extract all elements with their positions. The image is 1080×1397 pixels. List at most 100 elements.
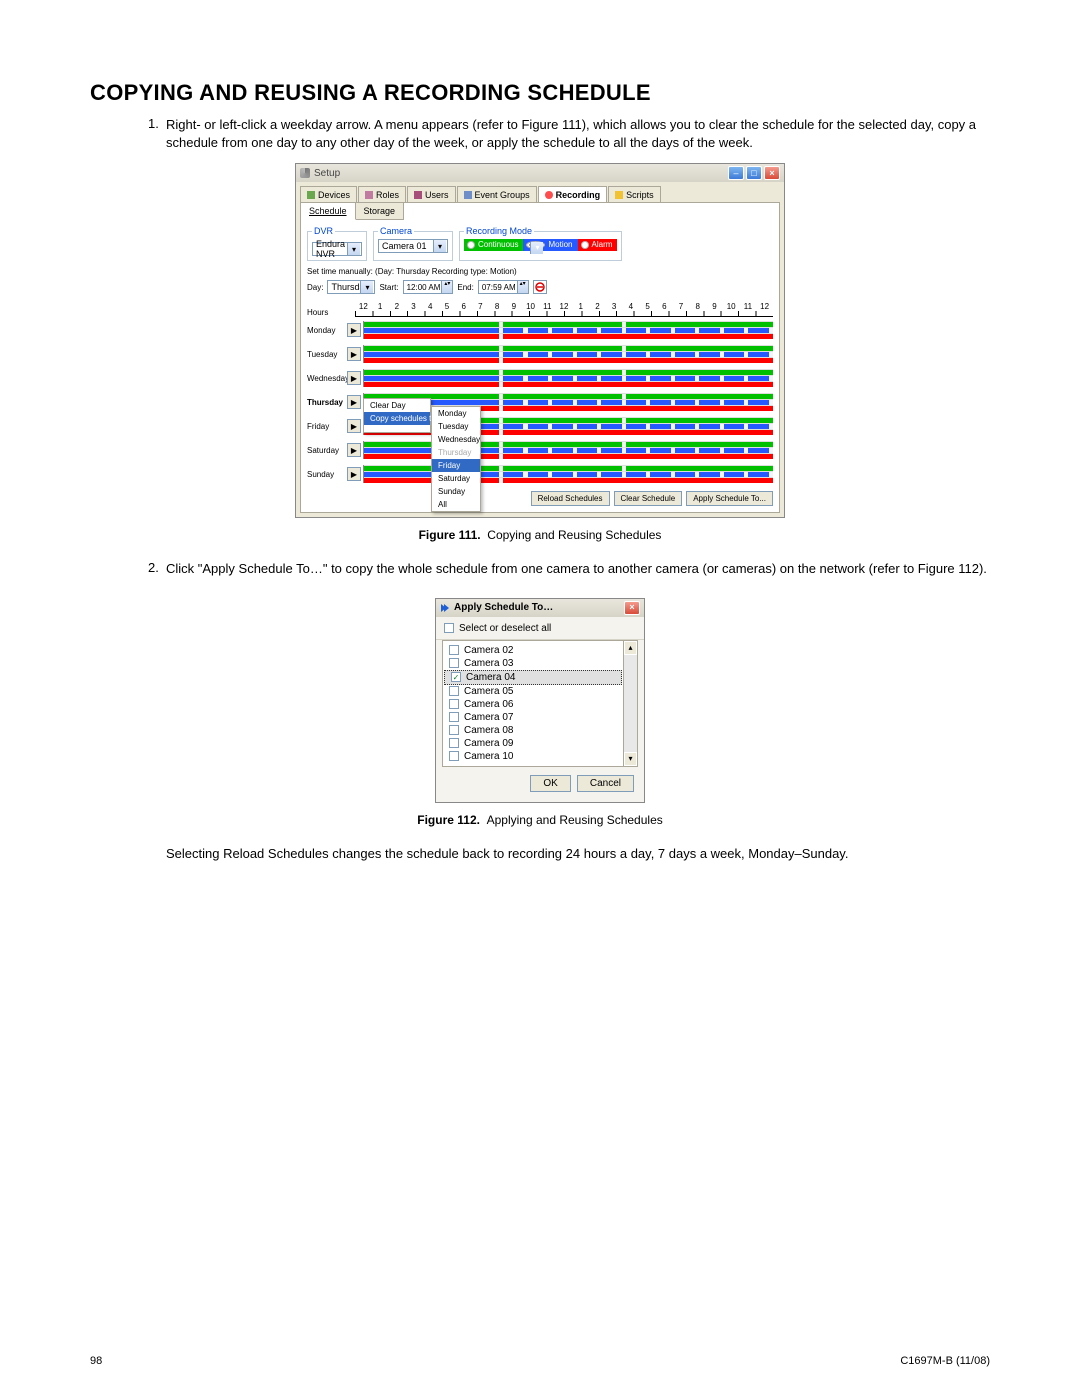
camera-checkbox[interactable] (449, 699, 459, 709)
day-label: Day: (307, 283, 323, 292)
radio-icon (467, 241, 475, 249)
menu-copy-schedules[interactable]: Copy schedules to (364, 412, 430, 425)
menu-clear-day[interactable]: Clear Day (364, 399, 430, 412)
dvr-group: DVR Endura NVR (307, 226, 367, 261)
tab-scripts[interactable]: Scripts (608, 186, 661, 202)
day-arrow-button[interactable]: ▶ (347, 443, 361, 457)
tab-roles[interactable]: Roles (358, 186, 406, 202)
page-number: 98 (90, 1355, 102, 1367)
tab-recording[interactable]: Recording (538, 186, 608, 202)
end-time-input[interactable]: 07:59 AM (478, 280, 529, 294)
submenu-item[interactable]: Saturday (432, 472, 480, 485)
camera-select[interactable]: Camera 01 (378, 239, 448, 253)
apply-schedule-to-button[interactable]: Apply Schedule To... (686, 491, 773, 506)
minimize-icon[interactable]: – (728, 166, 744, 180)
camera-label: Camera 02 (464, 645, 513, 656)
list-item[interactable]: Camera 06 (443, 698, 623, 711)
select-all-checkbox[interactable] (444, 623, 454, 633)
list-item[interactable]: Camera 09 (443, 737, 623, 750)
day-arrow-button[interactable]: ▶ (347, 347, 361, 361)
step-text: Right- or left-click a weekday arrow. A … (166, 116, 990, 151)
event-groups-icon (464, 191, 472, 199)
mode-continuous[interactable]: Continuous (464, 239, 523, 251)
camera-label: Camera 03 (464, 658, 513, 669)
clear-time-button[interactable] (533, 280, 547, 294)
scrollbar[interactable]: ▴ ▾ (623, 641, 637, 766)
camera-checkbox[interactable] (451, 672, 461, 682)
day-arrow-button[interactable]: ▶ (347, 467, 361, 481)
hour-number: 7 (673, 302, 690, 311)
scroll-up-icon[interactable]: ▴ (624, 641, 637, 655)
tab-label: Roles (376, 190, 399, 200)
camera-label: Camera 04 (466, 672, 515, 683)
day-arrow-button[interactable]: ▶ (347, 371, 361, 385)
list-item[interactable]: Camera 04 (444, 670, 622, 685)
camera-checkbox[interactable] (449, 725, 459, 735)
list-item[interactable]: Camera 10 (443, 750, 623, 763)
schedule-bar[interactable] (363, 321, 773, 339)
close-icon[interactable]: × (764, 166, 780, 180)
dvr-select[interactable]: Endura NVR (312, 242, 362, 256)
schedule-bar[interactable] (363, 441, 773, 459)
list-item[interactable]: Camera 05 (443, 685, 623, 698)
scroll-down-icon[interactable]: ▾ (624, 752, 637, 766)
select-all-label: Select or deselect all (459, 623, 551, 634)
hour-number: 2 (388, 302, 405, 311)
camera-label: Camera 05 (464, 686, 513, 697)
mode-motion[interactable]: Motion (523, 239, 577, 251)
maximize-icon[interactable]: □ (746, 166, 762, 180)
camera-checkbox[interactable] (449, 645, 459, 655)
recording-icon (545, 191, 553, 199)
submenu-item[interactable]: Friday (432, 459, 480, 472)
subtab-storage[interactable]: Storage (356, 203, 405, 220)
hour-number: 8 (689, 302, 706, 311)
submenu-item[interactable]: Sunday (432, 485, 480, 498)
schedule-bar[interactable] (363, 465, 773, 483)
context-menu: Clear Day Copy schedules to (363, 398, 431, 433)
start-time-input[interactable]: 12:00 AM (403, 280, 454, 294)
clear-schedule-button[interactable]: Clear Schedule (614, 491, 683, 506)
hour-number: 4 (422, 302, 439, 311)
step-text: Click "Apply Schedule To…" to copy the w… (166, 560, 990, 578)
day-arrow-button[interactable]: ▶ (347, 395, 361, 409)
list-item[interactable]: Camera 02 (443, 644, 623, 657)
tab-event-groups[interactable]: Event Groups (457, 186, 537, 202)
hour-number: 3 (606, 302, 623, 311)
day-name: Friday (307, 422, 347, 431)
camera-checkbox[interactable] (449, 658, 459, 668)
camera-list: Camera 02Camera 03Camera 04Camera 05Came… (443, 641, 623, 766)
tab-users[interactable]: Users (407, 186, 456, 202)
submenu-item[interactable]: Tuesday (432, 420, 480, 433)
camera-checkbox[interactable] (449, 751, 459, 761)
day-select[interactable]: Thursday (327, 280, 375, 294)
submenu-item[interactable]: Wednesday (432, 433, 480, 446)
doc-code: C1697M-B (11/08) (900, 1355, 990, 1367)
day-arrow-button[interactable]: ▶ (347, 323, 361, 337)
ok-button[interactable]: OK (530, 775, 570, 792)
camera-checkbox[interactable] (449, 738, 459, 748)
list-item[interactable]: Camera 07 (443, 711, 623, 724)
camera-legend: Camera (378, 226, 414, 236)
list-item[interactable]: Camera 08 (443, 724, 623, 737)
hour-ruler: 12123456789101112123456789101112 (355, 302, 773, 311)
day-arrow-button[interactable]: ▶ (347, 419, 361, 433)
day-name: Wednesday (307, 374, 347, 383)
camera-checkbox[interactable] (449, 712, 459, 722)
mode-alarm[interactable]: Alarm (578, 239, 618, 251)
subtab-schedule[interactable]: Schedule (301, 203, 356, 220)
submenu-item[interactable]: All (432, 498, 480, 511)
mode-label: Continuous (478, 240, 518, 250)
list-item[interactable]: Camera 03 (443, 657, 623, 670)
camera-label: Camera 09 (464, 738, 513, 749)
submenu-item[interactable]: Monday (432, 407, 480, 420)
schedule-bar[interactable] (363, 345, 773, 363)
tab-devices[interactable]: Devices (300, 186, 357, 202)
cancel-button[interactable]: Cancel (577, 775, 634, 792)
reload-schedules-button[interactable]: Reload Schedules (531, 491, 610, 506)
tab-label: Event Groups (475, 190, 530, 200)
close-icon[interactable]: × (624, 601, 640, 615)
camera-checkbox[interactable] (449, 686, 459, 696)
figure-caption: Figure 112. Applying and Reusing Schedul… (90, 813, 990, 827)
hour-number: 1 (372, 302, 389, 311)
schedule-bar[interactable] (363, 369, 773, 387)
